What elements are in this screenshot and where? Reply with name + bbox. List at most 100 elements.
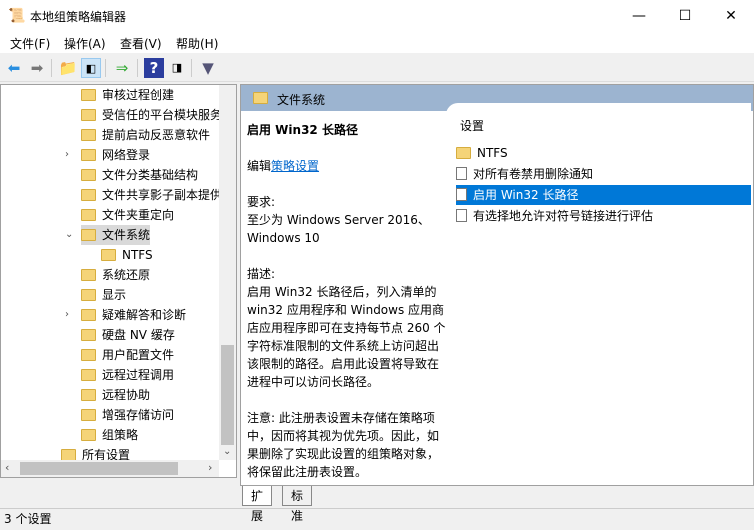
tree-item[interactable]: 审核过程创建	[81, 85, 174, 105]
tree-item-label: 文件夹重定向	[102, 208, 175, 222]
tree-item-label: 硬盘 NV 缓存	[102, 328, 175, 342]
tree-item[interactable]: 远程协助	[81, 385, 150, 405]
details-pane: 文件系统 启用 Win32 长路径 编辑策略设置 要求: 至少为 Windows…	[240, 84, 754, 486]
tree-item[interactable]: 受信任的平台模块服务	[81, 105, 222, 125]
folder-icon	[101, 249, 116, 261]
tree-item-label: 文件分类基础结构	[102, 168, 199, 182]
description-text: 启用 Win32 长路径后，列入清单的 win32 应用程序和 Windows …	[247, 285, 446, 389]
tree-item[interactable]: 用户配置文件	[81, 345, 174, 365]
menu-view[interactable]: 查看(V)	[120, 35, 162, 52]
folder-icon	[81, 409, 96, 421]
tree-item[interactable]: 提前启动反恶意软件	[81, 125, 210, 145]
tree-item[interactable]: 文件共享影子副本提供	[81, 185, 222, 205]
menu-bar: 文件(F) 操作(A) 查看(V) 帮助(H)	[0, 32, 754, 53]
tree-item[interactable]: NTFS	[101, 245, 153, 265]
policy-setting-icon	[456, 167, 467, 180]
tree-item[interactable]: 系统还原	[81, 265, 150, 285]
column-header-setting[interactable]: 设置	[460, 117, 484, 134]
tree-item[interactable]: › 疑难解答和诊断	[65, 305, 187, 325]
navigation-tree: 审核过程创建 受信任的平台模块服务 提前启动反恶意软件 › 网络登录 文件分类基础结构 文件…	[0, 84, 237, 478]
maximize-button[interactable]: ☐	[662, 0, 708, 32]
separator	[51, 59, 52, 77]
expand-chevron-icon[interactable]: ›	[65, 145, 69, 165]
tree-item[interactable]: › 网络登录	[65, 145, 151, 165]
settings-list-item-label: 启用 Win32 长路径	[473, 188, 579, 202]
tree-item[interactable]: 文件分类基础结构	[81, 165, 198, 185]
app-icon: 📜	[8, 8, 26, 24]
settings-list-item-label: 对所有卷禁用删除通知	[473, 167, 594, 181]
settings-list-item[interactable]: 有选择地允许对符号链接进行评估	[456, 206, 751, 226]
folder-icon	[81, 369, 96, 381]
folder-icon	[81, 289, 96, 301]
settings-list-item-label: 有选择地允许对符号链接进行评估	[473, 209, 654, 223]
tab-extended[interactable]: 扩展	[242, 486, 273, 523]
folder-icon	[81, 129, 96, 141]
tree-item-label: 显示	[102, 288, 127, 302]
tree-item[interactable]: 组策略	[81, 425, 138, 445]
policy-title: 启用 Win32 长路径	[247, 123, 358, 137]
folder-icon	[81, 209, 96, 221]
folder-icon	[81, 189, 96, 201]
back-icon[interactable]: ⬅	[4, 58, 24, 78]
tree-item[interactable]: 显示	[81, 285, 126, 305]
up-folder-icon[interactable]: 📁	[58, 58, 78, 78]
menu-action[interactable]: 操作(A)	[64, 35, 106, 52]
tree-item-label: 增强存储访问	[102, 408, 175, 422]
tree-item[interactable]: 远程过程调用	[81, 365, 174, 385]
expand-chevron-icon[interactable]: ›	[65, 305, 69, 325]
folder-icon	[253, 92, 268, 104]
tree-item-label: 受信任的平台模块服务	[102, 108, 223, 122]
separator	[191, 59, 192, 77]
edit-policy-link[interactable]: 策略设置	[271, 159, 319, 173]
folder-icon	[81, 349, 96, 361]
scroll-thumb[interactable]	[221, 345, 234, 445]
folder-icon	[81, 229, 96, 241]
forward-icon[interactable]: ➡	[27, 58, 47, 78]
menu-file[interactable]: 文件(F)	[10, 35, 50, 52]
toolbar: ⬅ ➡ 📁 ◧ ⇒ ? ◨ ▼	[0, 54, 754, 82]
folder-icon	[81, 269, 96, 281]
status-bar: 3 个设置	[0, 508, 754, 530]
folder-icon	[81, 389, 96, 401]
tree-item[interactable]: 增强存储访问	[81, 405, 174, 425]
tree-item[interactable]: ⌄ 文件系统	[65, 225, 151, 245]
settings-list-item[interactable]: 启用 Win32 长路径	[456, 185, 751, 205]
tab-standard[interactable]: 标准	[282, 486, 313, 523]
close-button[interactable]: ✕	[708, 0, 754, 32]
scroll-thumb[interactable]	[20, 462, 178, 475]
minimize-button[interactable]: —	[616, 0, 662, 32]
filter-icon[interactable]: ▼	[198, 58, 218, 78]
scroll-down-icon[interactable]: ⌄	[223, 446, 231, 457]
tree-item-label: 网络登录	[102, 148, 151, 162]
folder-icon	[81, 149, 96, 161]
tree-item[interactable]: 硬盘 NV 缓存	[81, 325, 175, 345]
tree-item-label: 提前启动反恶意软件	[102, 128, 211, 142]
tree-item-label: 文件系统	[102, 228, 151, 242]
scroll-right-icon[interactable]: ›	[208, 461, 212, 474]
tree-item[interactable]: 文件夹重定向	[81, 205, 174, 225]
tree-horizontal-scrollbar[interactable]: ‹ ›	[1, 460, 219, 477]
menu-help[interactable]: 帮助(H)	[176, 35, 218, 52]
folder-icon	[81, 89, 96, 101]
collapse-chevron-icon[interactable]: ⌄	[65, 225, 73, 245]
folder-icon	[81, 429, 96, 441]
separator	[137, 59, 138, 77]
title-bar: 📜 本地组策略编辑器 — ☐ ✕	[0, 0, 754, 32]
tree-item-label: 远程过程调用	[102, 368, 175, 382]
settings-list-item[interactable]: 对所有卷禁用删除通知	[456, 164, 751, 184]
tree-vertical-scrollbar[interactable]: ⌄	[219, 85, 236, 460]
pane-header-title: 文件系统	[277, 93, 326, 107]
help-icon[interactable]: ?	[144, 58, 164, 78]
tree-item-label: NTFS	[122, 248, 153, 262]
tree-item-label: 疑难解答和诊断	[102, 308, 187, 322]
show-hide-tree-icon[interactable]: ◧	[81, 58, 101, 78]
settings-list-item-label: NTFS	[477, 146, 508, 160]
scroll-left-icon[interactable]: ‹	[5, 461, 9, 474]
settings-list-item[interactable]: NTFS	[456, 143, 751, 163]
tree-item-label: 系统还原	[102, 268, 151, 282]
tree-item-label: 远程协助	[102, 388, 151, 402]
show-action-pane-icon[interactable]: ◨	[167, 58, 187, 78]
folder-icon	[81, 309, 96, 321]
export-list-icon[interactable]: ⇒	[112, 58, 132, 78]
window-title: 本地组策略编辑器	[30, 10, 127, 24]
